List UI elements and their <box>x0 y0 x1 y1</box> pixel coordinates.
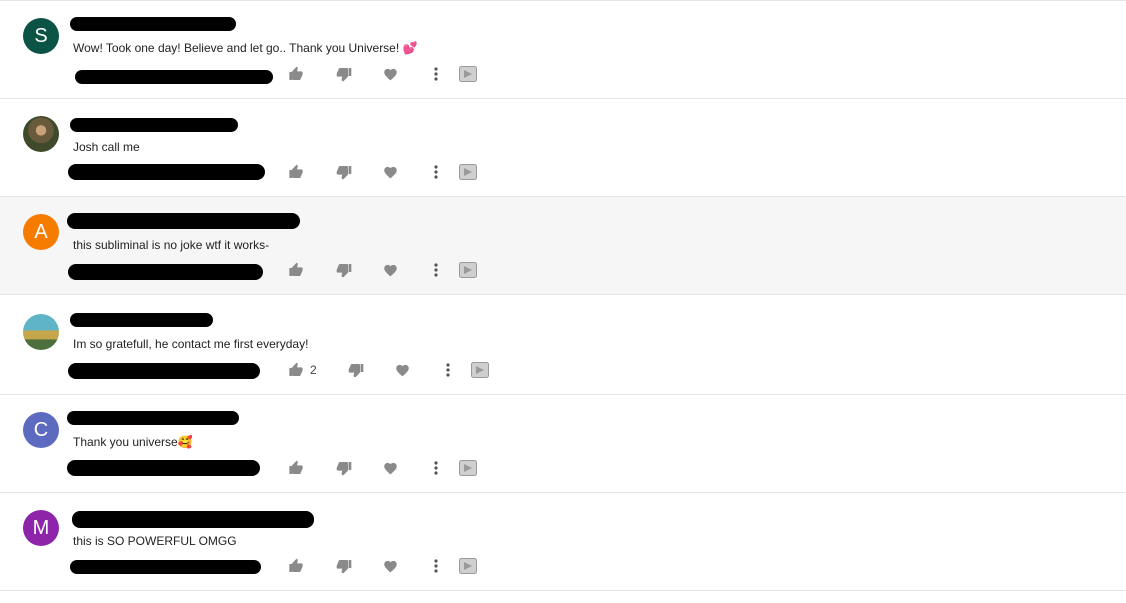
more-vert-icon <box>434 559 438 573</box>
redacted-username <box>67 411 239 425</box>
heart-button[interactable] <box>383 261 398 279</box>
more-vert-icon <box>434 263 438 277</box>
thumb-down-icon <box>348 364 364 378</box>
avatar[interactable]: M <box>23 510 59 546</box>
more-options-button[interactable] <box>430 163 442 181</box>
heart-button[interactable] <box>383 459 398 477</box>
avatar[interactable] <box>23 116 59 152</box>
comment-text: this is SO POWERFUL OMGG <box>73 534 237 548</box>
comment-item: C Thank you universe🥰 <box>0 395 1126 493</box>
comment-item: A this subliminal is no joke wtf it work… <box>0 197 1126 295</box>
heart-button[interactable] <box>383 163 398 181</box>
reply-button[interactable] <box>459 557 477 575</box>
thumb-up-icon <box>289 164 303 178</box>
thumb-down-icon <box>336 68 352 82</box>
comment-text: Josh call me <box>73 140 140 154</box>
heart-icon <box>384 462 397 474</box>
heart-icon <box>384 166 397 178</box>
more-options-button[interactable] <box>442 361 454 379</box>
redacted-username <box>67 213 300 229</box>
redacted-username <box>70 118 238 132</box>
reply-icon <box>459 558 477 574</box>
avatar[interactable] <box>23 314 59 350</box>
reply-button[interactable] <box>459 65 477 83</box>
reply-icon <box>471 362 489 378</box>
more-options-button[interactable] <box>430 261 442 279</box>
dislike-button[interactable] <box>336 261 352 279</box>
reply-icon <box>459 164 477 180</box>
redacted-timestamp <box>70 560 261 574</box>
redacted-username <box>70 17 236 31</box>
thumb-up-icon <box>289 262 303 276</box>
more-options-button[interactable] <box>430 557 442 575</box>
avatar[interactable]: C <box>23 412 59 448</box>
thumb-up-icon <box>289 460 303 474</box>
like-button[interactable] <box>288 65 310 83</box>
more-options-button[interactable] <box>430 459 442 477</box>
more-vert-icon <box>434 461 438 475</box>
redacted-username <box>72 511 314 528</box>
like-button[interactable] <box>288 163 310 181</box>
thumb-up-icon <box>289 558 303 572</box>
comment-text: Im so gratefull, he contact me first eve… <box>73 337 309 351</box>
heart-icon <box>384 560 397 572</box>
comment-item: S Wow! Took one day! Believe and let go.… <box>0 1 1126 99</box>
dislike-button[interactable] <box>348 361 364 379</box>
redacted-timestamp <box>68 363 260 379</box>
dislike-button[interactable] <box>336 459 352 477</box>
thumb-down-icon <box>336 462 352 476</box>
comment-item: Im so gratefull, he contact me first eve… <box>0 297 1126 395</box>
heart-button[interactable] <box>383 65 398 83</box>
comment-text: Wow! Took one day! Believe and let go.. … <box>73 41 418 55</box>
reply-icon <box>459 66 477 82</box>
heart-button[interactable] <box>395 361 410 379</box>
more-vert-icon <box>446 363 450 377</box>
more-vert-icon <box>434 67 438 81</box>
avatar[interactable]: S <box>23 18 59 54</box>
redacted-timestamp <box>67 460 260 476</box>
heart-icon <box>384 68 397 80</box>
heart-icon <box>384 264 397 276</box>
more-options-button[interactable] <box>430 65 442 83</box>
comment-item: Josh call me <box>0 99 1126 197</box>
reply-button[interactable] <box>459 459 477 477</box>
comment-list: S Wow! Took one day! Believe and let go.… <box>0 0 1126 603</box>
redacted-timestamp <box>75 70 273 84</box>
thumb-down-icon <box>336 560 352 574</box>
dislike-button[interactable] <box>336 557 352 575</box>
comment-item: M this is SO POWERFUL OMGG <box>0 493 1126 591</box>
redacted-timestamp <box>68 164 265 180</box>
comment-text: Thank you universe🥰 <box>73 435 193 449</box>
reply-button[interactable] <box>471 361 489 379</box>
comment-text: this subliminal is no joke wtf it works- <box>73 238 270 252</box>
reply-icon <box>459 460 477 476</box>
heart-button[interactable] <box>383 557 398 575</box>
reply-button[interactable] <box>459 261 477 279</box>
more-vert-icon <box>434 165 438 179</box>
dislike-button[interactable] <box>336 65 352 83</box>
redacted-timestamp <box>68 264 263 280</box>
redacted-username <box>70 313 213 327</box>
thumb-down-icon <box>336 166 352 180</box>
thumb-down-icon <box>336 264 352 278</box>
like-button[interactable] <box>288 557 310 575</box>
thumb-up-icon <box>289 66 303 80</box>
like-button[interactable] <box>288 261 310 279</box>
dislike-button[interactable] <box>336 163 352 181</box>
avatar[interactable]: A <box>23 214 59 250</box>
heart-icon <box>396 364 409 376</box>
reply-icon <box>459 262 477 278</box>
like-button[interactable]: 2 <box>288 361 317 379</box>
thumb-up-icon <box>289 362 303 376</box>
like-count: 2 <box>310 363 317 377</box>
reply-button[interactable] <box>459 163 477 181</box>
like-button[interactable] <box>288 459 310 477</box>
